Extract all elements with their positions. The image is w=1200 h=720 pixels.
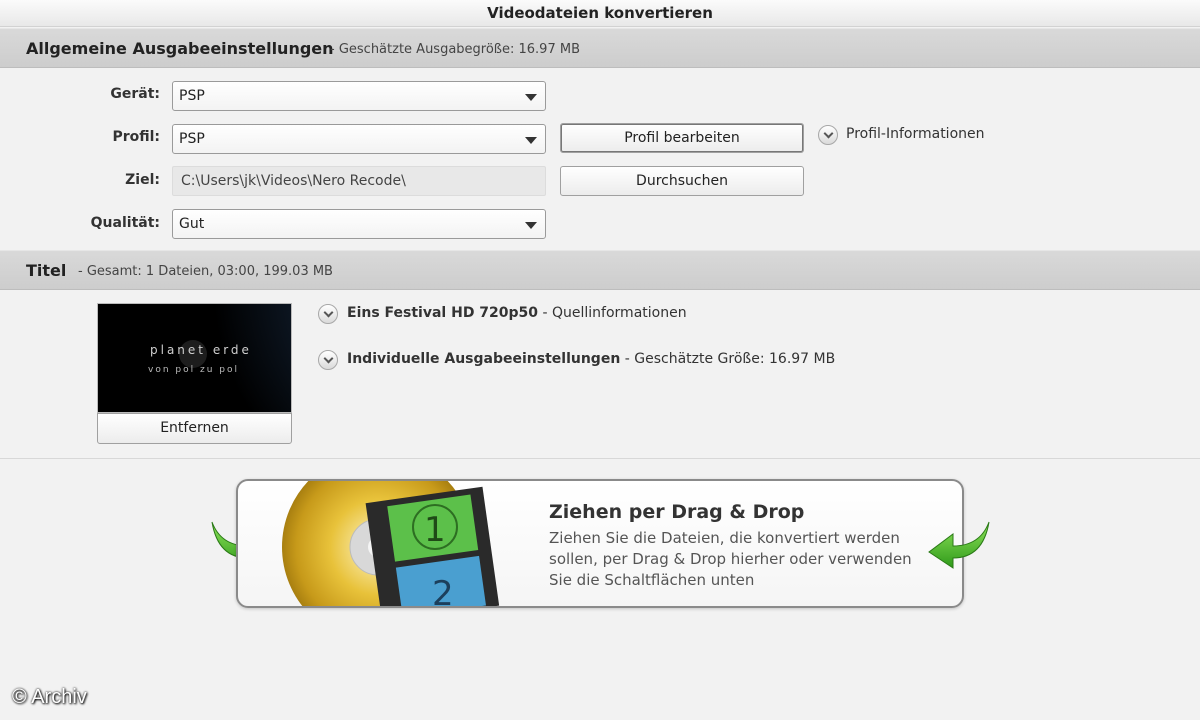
- quality-select[interactable]: Gut: [172, 209, 546, 239]
- profile-info-expand-icon[interactable]: [818, 125, 838, 145]
- profile-select[interactable]: PSP: [172, 124, 546, 154]
- dropzone-description: Ziehen Sie die Dateien, die konvertiert …: [549, 529, 912, 589]
- disc-icon: 1 2: [282, 481, 500, 608]
- target-path-field[interactable]: C:\Users\jk\Videos\Nero Recode\: [172, 166, 546, 196]
- individual-size: - Geschätzte Größe: 16.97 MB: [620, 351, 836, 367]
- dropzone-title: Ziehen per Drag & Drop: [549, 501, 805, 523]
- browse-button[interactable]: Durchsuchen: [560, 166, 804, 196]
- target-label: Ziel:: [125, 172, 160, 188]
- general-settings-header: Allgemeine Ausgabeeinstellungen - Geschä…: [0, 28, 1200, 68]
- titles-title: Titel: [26, 261, 67, 280]
- individual-settings-expand-icon[interactable]: [318, 350, 338, 370]
- profile-info-link[interactable]: Profil-Informationen: [846, 126, 985, 142]
- film-number-1: 1: [424, 510, 446, 550]
- film-strip-icon: 1 2: [365, 486, 500, 608]
- film-number-2: 2: [432, 574, 454, 608]
- thumbnail-title-line2: von pol zu pol: [148, 365, 239, 375]
- remove-button[interactable]: Entfernen: [97, 413, 292, 444]
- source-name: Eins Festival HD 720p50: [347, 305, 539, 321]
- edit-profile-button[interactable]: Profil bearbeiten: [560, 123, 804, 153]
- drag-drop-zone[interactable]: 1 2 Ziehen per Drag & Drop Ziehen Sie di…: [236, 479, 964, 608]
- chevron-down-icon: [525, 222, 537, 229]
- window-title: Videodateien konvertieren: [0, 0, 1200, 27]
- titles-summary: - Gesamt: 1 Dateien, 03:00, 199.03 MB: [78, 264, 333, 279]
- profile-select-value: PSP: [179, 131, 205, 147]
- device-select[interactable]: PSP: [172, 81, 546, 111]
- quality-select-value: Gut: [179, 216, 205, 232]
- chevron-down-icon: [525, 137, 537, 144]
- estimated-output-size: - Geschätzte Ausgabegröße: 16.97 MB: [330, 42, 580, 57]
- source-info-label: - Quellinformationen: [538, 305, 687, 321]
- divider: [0, 458, 1200, 459]
- individual-settings-title: Individuelle Ausgabeeinstellungen: [347, 351, 621, 367]
- thumbnail-title-line1: planet erde: [150, 343, 252, 357]
- green-arrow-icon: [928, 521, 990, 569]
- device-label: Gerät:: [110, 86, 160, 102]
- quality-label: Qualität:: [90, 215, 160, 231]
- profile-label: Profil:: [112, 129, 160, 145]
- video-thumbnail[interactable]: planet erde von pol zu pol: [97, 303, 292, 413]
- titles-header: Titel - Gesamt: 1 Dateien, 03:00, 199.03…: [0, 250, 1200, 290]
- archive-watermark: © Archiv: [12, 686, 87, 708]
- chevron-down-icon: [525, 94, 537, 101]
- source-info-row[interactable]: Eins Festival HD 720p50 - Quellinformati…: [347, 305, 687, 321]
- general-settings-title: Allgemeine Ausgabeeinstellungen: [26, 39, 334, 58]
- device-select-value: PSP: [179, 88, 205, 104]
- source-info-expand-icon[interactable]: [318, 304, 338, 324]
- individual-settings-row[interactable]: Individuelle Ausgabeeinstellungen - Gesc…: [347, 351, 835, 367]
